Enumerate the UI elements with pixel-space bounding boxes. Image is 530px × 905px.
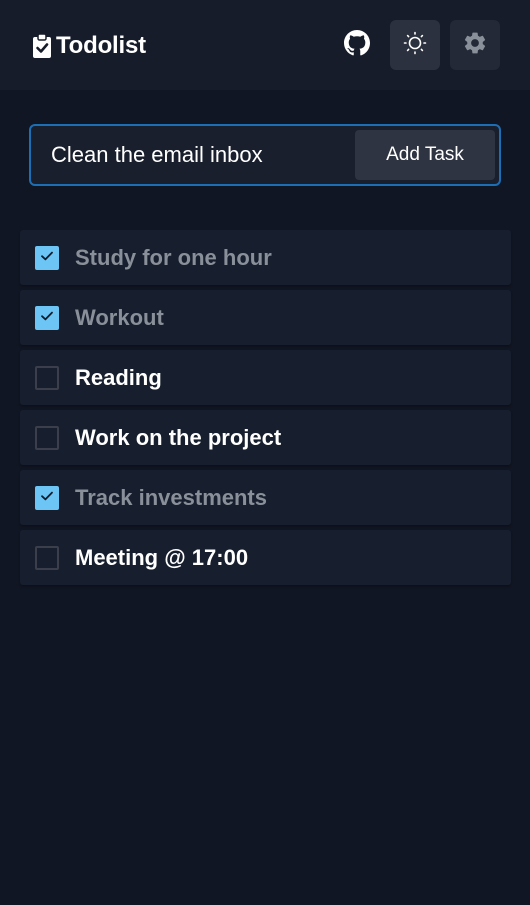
list-item[interactable]: Study for one hour: [20, 230, 511, 285]
task-checkbox[interactable]: [35, 246, 59, 270]
task-checkbox[interactable]: [35, 426, 59, 450]
list-item[interactable]: Workout: [20, 290, 511, 345]
task-input[interactable]: Clean the email inbox: [51, 140, 351, 170]
task-label: Reading: [75, 365, 162, 390]
list-item[interactable]: Work on the project: [20, 410, 511, 465]
task-checkbox[interactable]: [35, 546, 59, 570]
checkmark-icon: [40, 489, 54, 507]
task-label: Work on the project: [75, 425, 282, 450]
list-item[interactable]: Reading: [20, 350, 511, 405]
task-label: Study for one hour: [75, 245, 272, 270]
theme-toggle-button[interactable]: [390, 20, 440, 70]
list-item[interactable]: Meeting @ 17:00: [20, 530, 511, 585]
gear-icon: [462, 30, 488, 61]
task-checkbox[interactable]: [35, 486, 59, 510]
settings-button[interactable]: [450, 20, 500, 70]
checkmark-icon: [40, 309, 54, 327]
task-label: Workout: [75, 305, 164, 330]
brand[interactable]: Todolist: [32, 29, 146, 63]
app-title: Todolist: [56, 32, 146, 59]
sun-icon: [402, 30, 428, 61]
task-checkbox[interactable]: [35, 366, 59, 390]
checkmark-icon: [40, 249, 54, 267]
add-task-form: Clean the email inbox Add Task: [29, 124, 501, 186]
clipboard-check-icon: [32, 33, 52, 59]
task-checkbox[interactable]: [35, 306, 59, 330]
task-label: Meeting @ 17:00: [75, 545, 249, 570]
app-header: Todolist: [0, 0, 530, 90]
task-list: Study for one hour Workout Reading Work …: [20, 230, 511, 590]
github-icon: [344, 29, 370, 61]
github-button[interactable]: [332, 20, 382, 70]
task-label: Track investments: [75, 485, 267, 510]
add-task-button[interactable]: Add Task: [355, 130, 495, 180]
list-item[interactable]: Track investments: [20, 470, 511, 525]
